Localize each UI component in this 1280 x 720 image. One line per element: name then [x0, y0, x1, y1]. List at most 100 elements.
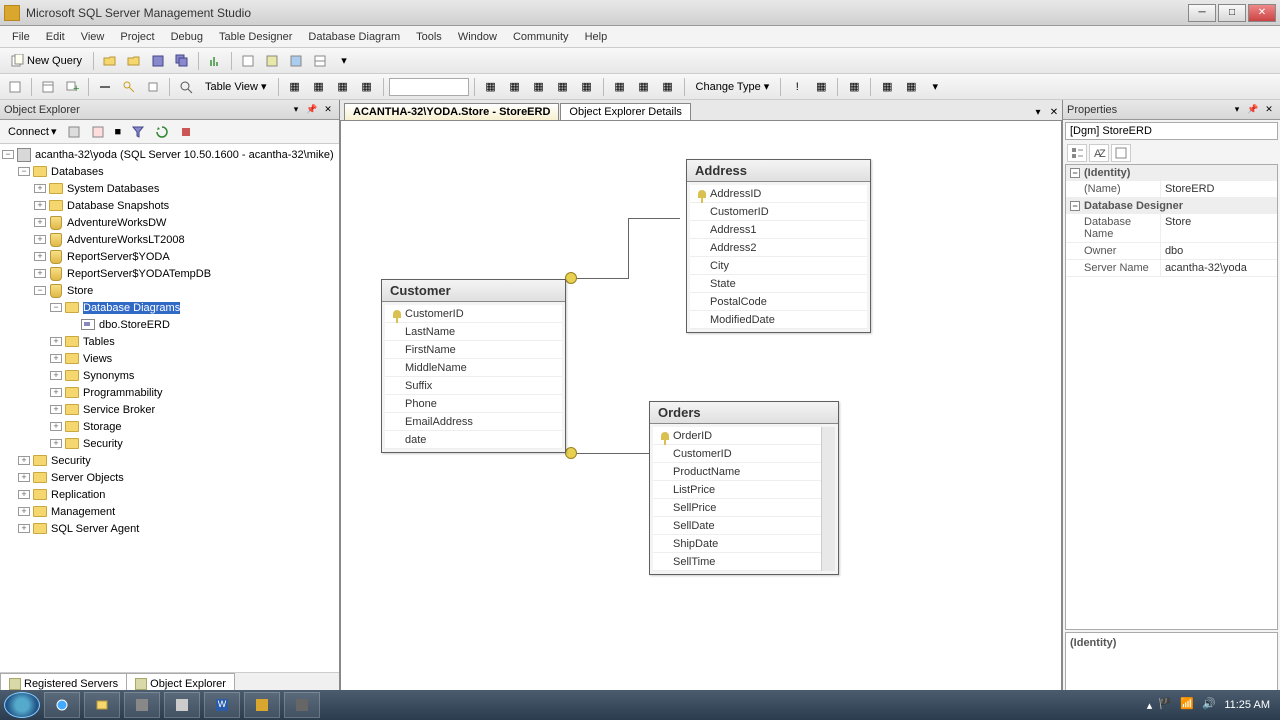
prop-pin-button[interactable]: 📌: [1246, 103, 1260, 117]
tb-registered-button[interactable]: [261, 50, 283, 72]
tb-grid2-button[interactable]: ▦: [308, 76, 330, 98]
tree-system-db[interactable]: +System Databases: [2, 180, 337, 197]
tb-grid3-button[interactable]: ▦: [332, 76, 354, 98]
panel-pin-button[interactable]: 📌: [305, 103, 319, 117]
tree-security-db[interactable]: +Security: [2, 435, 337, 452]
tree-synonyms[interactable]: +Synonyms: [2, 367, 337, 384]
table-view-dropdown[interactable]: Table View▾: [199, 78, 273, 95]
prop-categorized-button[interactable]: [1067, 144, 1087, 162]
tree-db-rsyodatemp[interactable]: +ReportServer$YODATempDB: [2, 265, 337, 282]
doc-tab-storeerd[interactable]: ACANTHA-32\YODA.Store - StoreERD: [344, 103, 559, 120]
tb-d-button[interactable]: ▦: [552, 76, 574, 98]
zoom-combo[interactable]: [389, 78, 469, 96]
tree-db-store[interactable]: −Store: [2, 282, 337, 299]
tb-dropdown-button[interactable]: ▾: [333, 50, 355, 72]
oe-filter-button[interactable]: [127, 123, 149, 141]
tree-service-broker[interactable]: +Service Broker: [2, 401, 337, 418]
tb-newtable-button[interactable]: [37, 76, 59, 98]
tree-management[interactable]: +Management: [2, 503, 337, 520]
menu-project[interactable]: Project: [112, 29, 162, 45]
prop-alpha-button[interactable]: AZ: [1089, 144, 1109, 162]
tree-database-diagrams[interactable]: −Database Diagrams: [2, 299, 337, 316]
tree-sql-agent[interactable]: +SQL Server Agent: [2, 520, 337, 537]
new-query-button[interactable]: New Query: [4, 52, 88, 70]
maximize-button[interactable]: □: [1218, 4, 1246, 22]
tb-m-button[interactable]: ▦: [900, 76, 922, 98]
tb-j-button[interactable]: ▦: [810, 76, 832, 98]
tb-addtable-button[interactable]: +: [61, 76, 83, 98]
tray-action-center-icon[interactable]: 🏴: [1158, 697, 1174, 713]
prop-pages-button[interactable]: [1111, 144, 1131, 162]
tree-replication[interactable]: +Replication: [2, 486, 337, 503]
panel-close-button[interactable]: ✕: [321, 103, 335, 117]
menu-community[interactable]: Community: [505, 29, 577, 45]
doc-tab-oe-details[interactable]: Object Explorer Details: [560, 103, 691, 120]
tb-template-button[interactable]: [285, 50, 307, 72]
tb-key-button[interactable]: [118, 76, 140, 98]
prop-owner-value[interactable]: dbo: [1161, 243, 1277, 259]
doc-tabs-dropdown[interactable]: ▾: [1030, 104, 1046, 120]
prop-cat-designer[interactable]: −Database Designer: [1066, 198, 1277, 214]
erd-table-address[interactable]: Address AddressID CustomerID Address1 Ad…: [686, 159, 871, 333]
erd-table-orders[interactable]: Orders OrderID CustomerID ProductName Li…: [649, 401, 839, 575]
menu-edit[interactable]: Edit: [38, 29, 73, 45]
tb-oe-button[interactable]: [237, 50, 259, 72]
task-ssms[interactable]: [284, 692, 320, 718]
tb-g-button[interactable]: ▦: [633, 76, 655, 98]
prop-dbname-value[interactable]: Store: [1161, 214, 1277, 242]
prop-name-value[interactable]: StoreERD: [1161, 181, 1277, 197]
prop-cat-identity[interactable]: −(Identity): [1066, 165, 1277, 181]
oe-btn-6[interactable]: [175, 123, 197, 141]
panel-dropdown-button[interactable]: ▾: [289, 103, 303, 117]
prop-server-value[interactable]: acantha-32\yoda: [1161, 260, 1277, 276]
close-button[interactable]: ✕: [1248, 4, 1276, 22]
tb-open-button[interactable]: [99, 50, 121, 72]
task-ie[interactable]: [44, 692, 80, 718]
properties-object-selector[interactable]: [Dgm] StoreERD: [1065, 122, 1278, 140]
tb-b-button[interactable]: ▦: [504, 76, 526, 98]
menu-table-designer[interactable]: Table Designer: [211, 29, 300, 45]
menu-view[interactable]: View: [73, 29, 113, 45]
task-word[interactable]: W: [204, 692, 240, 718]
tb-index-button[interactable]: [142, 76, 164, 98]
prop-dropdown-button[interactable]: ▾: [1230, 103, 1244, 117]
connect-button[interactable]: Connect▾: [4, 123, 61, 140]
prop-close-button[interactable]: ✕: [1262, 103, 1276, 117]
tb-k-button[interactable]: ▦: [843, 76, 865, 98]
doc-tab-close[interactable]: ✕: [1046, 104, 1062, 120]
tree-security[interactable]: +Security: [2, 452, 337, 469]
oe-btn-1[interactable]: [63, 123, 85, 141]
tray-show-hidden[interactable]: ▴: [1147, 699, 1153, 712]
tb-e-button[interactable]: ▦: [576, 76, 598, 98]
tb-properties-button[interactable]: [309, 50, 331, 72]
tray-network-icon[interactable]: 📶: [1180, 697, 1196, 713]
erd-table-customer[interactable]: Customer CustomerID LastName FirstName M…: [381, 279, 566, 453]
erd-orders-scrollbar[interactable]: [821, 427, 835, 571]
change-type-dropdown[interactable]: Change Type▾: [690, 78, 776, 95]
erd-canvas[interactable]: Customer CustomerID LastName FirstName M…: [340, 120, 1062, 694]
tree-diagram-item[interactable]: dbo.StoreERD: [2, 316, 337, 333]
tb-open-file-button[interactable]: [123, 50, 145, 72]
tree-storage[interactable]: +Storage: [2, 418, 337, 435]
relation-endpoint[interactable]: [565, 272, 577, 284]
relation-endpoint-2[interactable]: [565, 447, 577, 459]
task-explorer[interactable]: [84, 692, 120, 718]
tb-zoom-button[interactable]: [175, 76, 197, 98]
task-app1[interactable]: [124, 692, 160, 718]
tb-c-button[interactable]: ▦: [528, 76, 550, 98]
tb-l-button[interactable]: ▦: [876, 76, 898, 98]
tree-databases[interactable]: −Databases: [2, 163, 337, 180]
properties-grid[interactable]: −(Identity) (Name)StoreERD −Database Des…: [1065, 164, 1278, 630]
minimize-button[interactable]: ─: [1188, 4, 1216, 22]
tb-save-button[interactable]: [147, 50, 169, 72]
menu-help[interactable]: Help: [577, 29, 616, 45]
tb-grid4-button[interactable]: ▦: [356, 76, 378, 98]
tree-tables[interactable]: +Tables: [2, 333, 337, 350]
object-explorer-tree[interactable]: −acantha-32\yoda (SQL Server 10.50.1600 …: [0, 144, 339, 672]
tb-h-button[interactable]: ▦: [657, 76, 679, 98]
tb-grid1-button[interactable]: ▦: [284, 76, 306, 98]
tree-server-objects[interactable]: +Server Objects: [2, 469, 337, 486]
task-app2[interactable]: [164, 692, 200, 718]
tb-script-button[interactable]: [4, 76, 26, 98]
tb-save-all-button[interactable]: [171, 50, 193, 72]
